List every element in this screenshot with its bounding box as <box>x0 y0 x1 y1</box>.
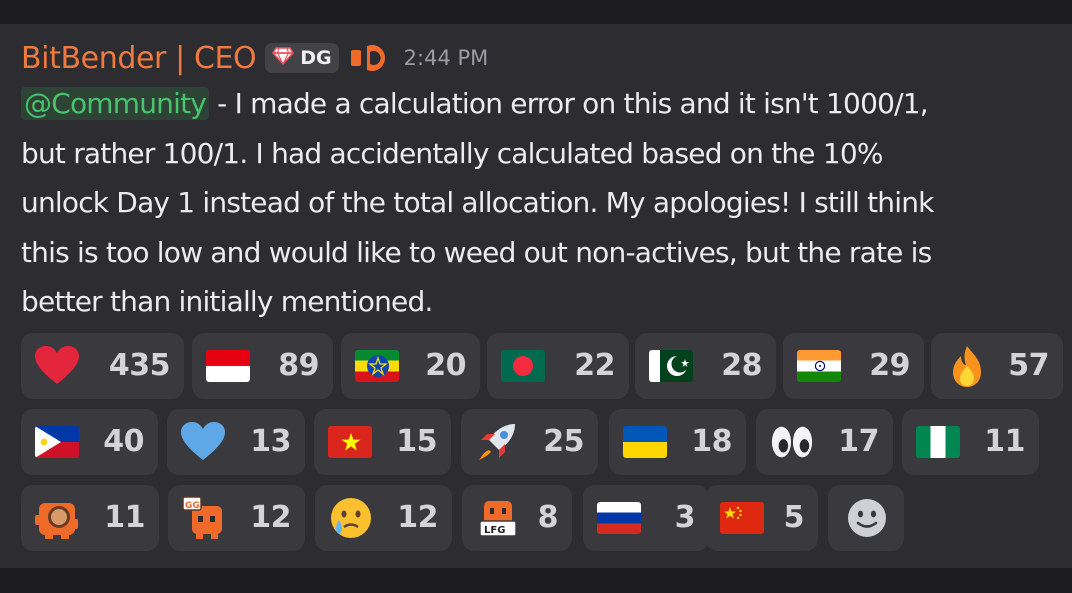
reaction-count: 28 <box>721 348 762 383</box>
crying-face-icon <box>329 497 373 539</box>
reaction-count: 18 <box>691 424 732 459</box>
reaction-count: 25 <box>543 424 584 459</box>
gem-icon <box>272 46 295 70</box>
svg-text:GG: GG <box>185 501 200 511</box>
add-reaction-button[interactable] <box>828 485 904 551</box>
community-mention[interactable]: @Community <box>21 87 210 120</box>
china-flag-icon <box>720 497 764 539</box>
reaction-heart[interactable]: 435 <box>21 333 184 399</box>
reaction-count: 15 <box>396 424 437 459</box>
reaction-ethiopia[interactable]: 20 <box>341 333 480 399</box>
reaction-crying-face[interactable]: 12 <box>315 485 452 551</box>
timestamp: 2:44 PM <box>403 46 489 70</box>
reaction-vietnam[interactable]: 15 <box>314 409 451 475</box>
reaction-indonesia[interactable]: 89 <box>192 333 333 399</box>
guild-tag[interactable]: DG <box>265 43 339 73</box>
philippines-flag-icon <box>35 421 79 463</box>
reaction-row: 11 GG 12 12 LFG 8 3 5 <box>21 485 1066 561</box>
lfg-mascot-icon: LFG <box>476 497 520 539</box>
pakistan-flag-icon <box>649 345 693 387</box>
reaction-bangladesh[interactable]: 22 <box>487 333 629 399</box>
body-line-5: better than initially mentioned. <box>21 285 433 318</box>
reaction-count: 22 <box>574 348 615 383</box>
reaction-count: 11 <box>984 424 1025 459</box>
bottom-strip <box>0 568 1072 593</box>
guild-tag-label: DG <box>300 47 332 69</box>
ethiopia-flag-icon <box>355 345 399 387</box>
reaction-count: 3 <box>674 500 696 535</box>
reaction-count: 13 <box>250 424 291 459</box>
reaction-rocket[interactable]: 25 <box>461 409 598 475</box>
message-body: @Community - I made a calculation error … <box>21 79 1066 327</box>
reaction-row: 435 89 20 22 28 29 57 <box>21 333 1066 409</box>
reaction-eyes[interactable]: 17 <box>756 409 893 475</box>
reactions-bar: 435 89 20 22 28 29 57 40 13 15 25 18 17 … <box>21 333 1066 561</box>
vietnam-flag-icon <box>328 421 372 463</box>
gg-mascot-icon: GG <box>182 496 226 539</box>
body-line-2: but rather 100/1. I had accidentally cal… <box>21 136 883 170</box>
reaction-count: 5 <box>783 500 805 535</box>
add-reaction-icon <box>845 497 889 539</box>
reaction-blue-heart[interactable]: 13 <box>167 409 305 475</box>
india-flag-icon <box>797 345 841 387</box>
reaction-lfg-mascot[interactable]: LFG 8 <box>462 485 572 551</box>
author-name[interactable]: BitBender | CEO <box>21 41 257 76</box>
reaction-count: 17 <box>838 424 879 459</box>
reaction-ukraine[interactable]: 18 <box>609 409 746 475</box>
message: BitBender | CEO DG 2:44 PM @Community - … <box>0 24 1072 568</box>
speaker-badge-icon <box>350 40 393 76</box>
russia-flag-icon <box>597 497 641 539</box>
reaction-count: 12 <box>397 500 438 535</box>
reaction-count: 8 <box>537 500 559 535</box>
reaction-count: 11 <box>104 500 145 535</box>
rocket-icon <box>475 421 519 463</box>
reaction-china[interactable]: 5 <box>706 485 818 551</box>
ukraine-flag-icon <box>623 421 667 463</box>
red-heart-icon <box>35 345 79 387</box>
body-line-1: - I made a calculation error on this and… <box>209 87 929 120</box>
reaction-orange-mascot[interactable]: 11 <box>21 485 159 551</box>
fire-icon <box>945 345 989 387</box>
reaction-india[interactable]: 29 <box>783 333 924 399</box>
reaction-row: 40 13 15 25 18 17 11 <box>21 409 1066 485</box>
nigeria-flag-icon <box>916 421 960 463</box>
reaction-count: 40 <box>103 424 144 459</box>
reaction-philippines[interactable]: 40 <box>21 409 158 475</box>
reaction-fire[interactable]: 57 <box>931 333 1063 399</box>
reaction-pakistan[interactable]: 28 <box>635 333 776 399</box>
bangladesh-flag-icon <box>501 345 545 387</box>
indonesia-flag-icon <box>206 345 250 387</box>
reaction-count: 89 <box>278 348 319 383</box>
reaction-count: 20 <box>425 348 466 383</box>
reaction-gg-mascot[interactable]: GG 12 <box>168 485 305 551</box>
reaction-count: 29 <box>869 348 910 383</box>
svg-text:LFG: LFG <box>484 525 505 536</box>
reaction-count: 12 <box>250 500 291 535</box>
body-line-4: this is too low and would like to weed o… <box>21 235 932 269</box>
body-line-3: unlock Day 1 instead of the total alloca… <box>21 186 934 219</box>
top-strip <box>0 0 1072 24</box>
reaction-count: 57 <box>1008 348 1049 383</box>
eyes-icon <box>770 421 814 463</box>
reaction-nigeria[interactable]: 11 <box>902 409 1039 475</box>
orange-mascot-icon <box>35 497 79 539</box>
reaction-russia[interactable]: 3 <box>583 485 709 551</box>
message-header: BitBender | CEO DG 2:44 PM <box>21 38 488 78</box>
blue-heart-icon <box>181 421 225 463</box>
reaction-count: 435 <box>108 348 171 383</box>
